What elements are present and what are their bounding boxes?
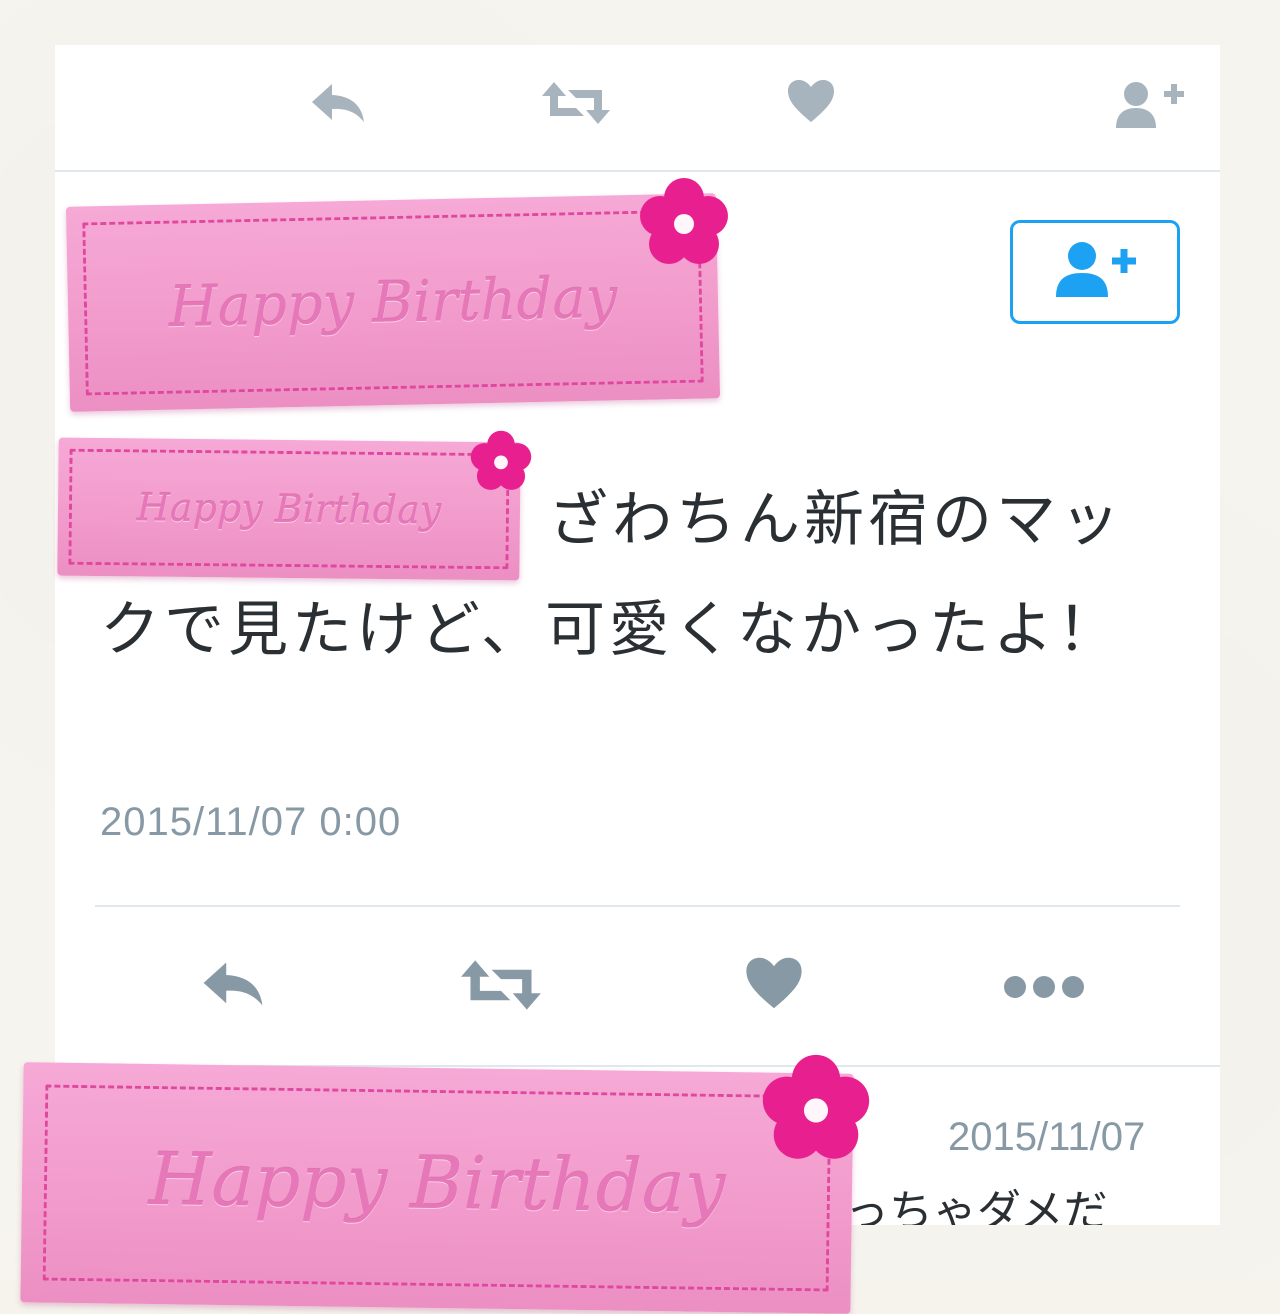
reply-text: っちゃダメだ [845, 1186, 1108, 1225]
like-icon[interactable] [744, 955, 804, 1015]
more-icon[interactable] [1003, 972, 1085, 1006]
reply-icon[interactable] [308, 80, 368, 130]
actions-divider [95, 905, 1180, 907]
top-divider [55, 170, 1220, 172]
birthday-sticker-bottom: Happy Birthday [20, 1062, 854, 1314]
follow-icon[interactable] [1114, 80, 1186, 134]
tweet-timestamp: 2015/11/07 0:00 [100, 800, 402, 844]
sticker-label: Happy Birthday [168, 265, 618, 340]
flower-icon [470, 430, 532, 490]
like-icon[interactable] [786, 78, 836, 128]
add-user-icon [1050, 239, 1140, 305]
retweet-icon[interactable] [458, 958, 544, 1016]
birthday-sticker-top: Happy Birthday [65, 193, 721, 412]
flower-icon [640, 178, 728, 264]
follow-button[interactable] [1010, 220, 1180, 324]
retweet-icon[interactable] [540, 80, 612, 130]
sticker-label: Happy Birthday [148, 1137, 727, 1230]
birthday-sticker-middle: Happy Birthday [57, 437, 521, 581]
reply-date: 2015/11/07 [948, 1115, 1146, 1159]
sticker-label: Happy Birthday [136, 485, 442, 533]
reply-icon[interactable] [198, 958, 268, 1014]
flower-icon [762, 1054, 870, 1159]
